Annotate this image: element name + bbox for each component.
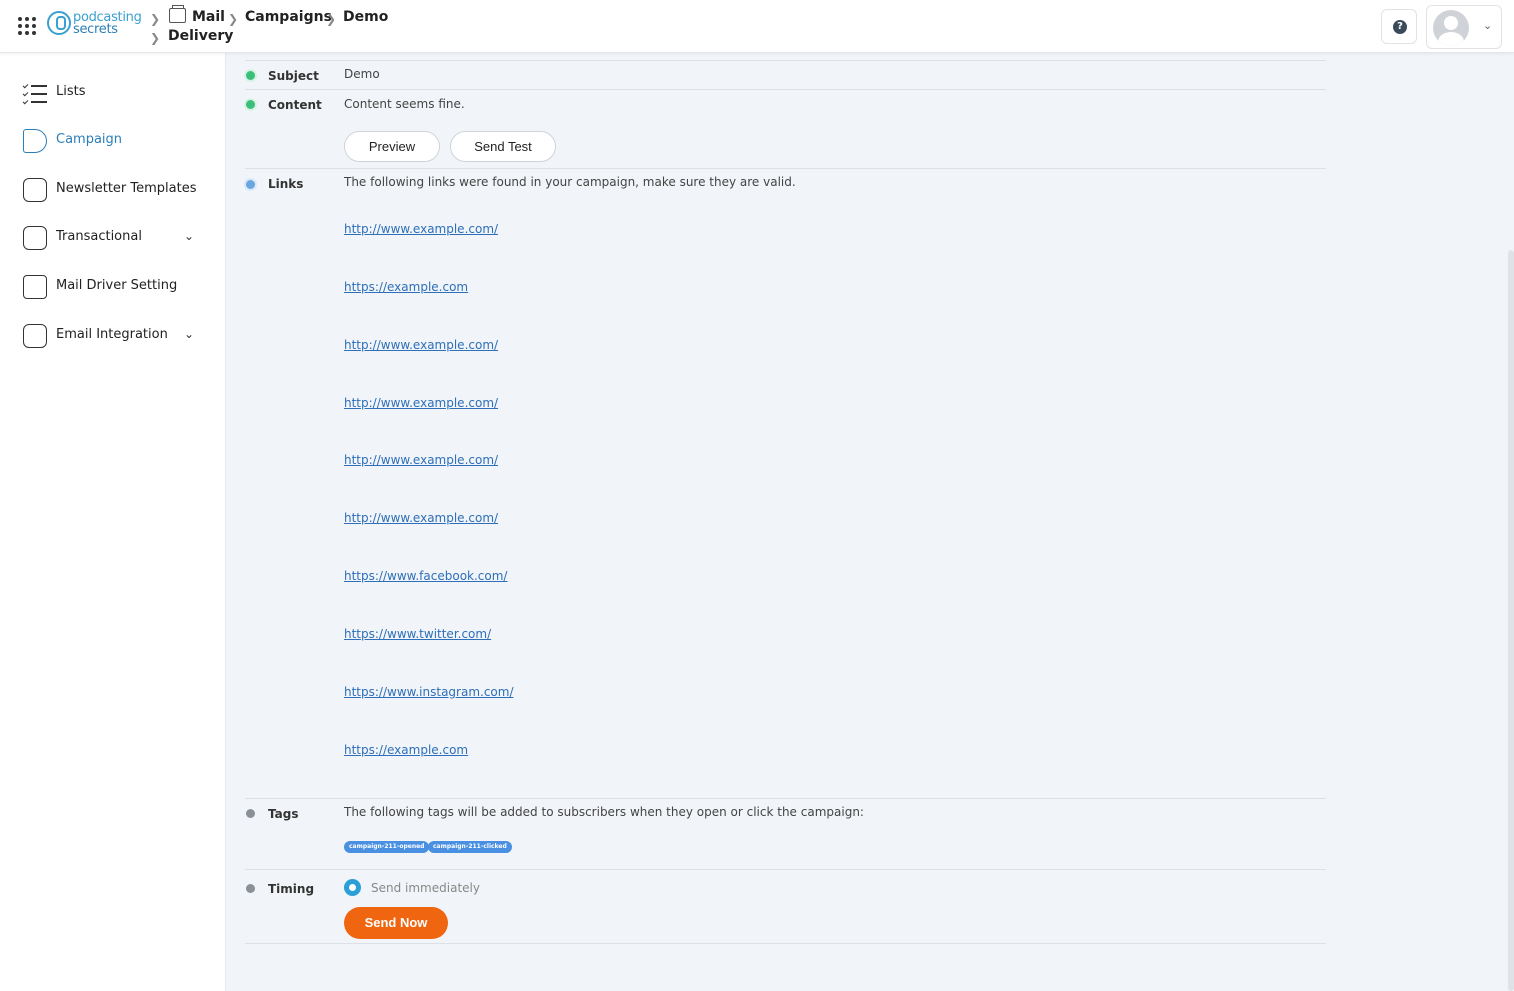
status-info-icon xyxy=(246,180,255,189)
subject-label: Subject xyxy=(268,69,319,83)
sidebar-item-transactional[interactable]: Transactional ⌄ xyxy=(0,218,226,258)
campaign-link[interactable]: https://www.instagram.com/ xyxy=(344,685,514,699)
mail-driver-icon xyxy=(23,275,47,299)
megaphone-icon xyxy=(23,129,47,153)
campaign-link[interactable]: https://example.com xyxy=(344,280,468,294)
checklist-icon xyxy=(22,81,47,105)
user-menu-button[interactable]: ⌄ xyxy=(1426,5,1502,49)
mail-delivery-icon xyxy=(169,5,186,23)
chevron-right-icon: ❯ xyxy=(150,12,161,26)
subject-value: Demo xyxy=(344,67,380,81)
campaign-link[interactable]: https://www.facebook.com/ xyxy=(344,569,507,583)
preview-button[interactable]: Preview xyxy=(344,131,440,162)
inbox-icon xyxy=(23,226,47,250)
links-label: Links xyxy=(268,177,304,191)
tag-badge: campaign-211-clicked xyxy=(428,841,512,853)
campaign-link[interactable]: http://www.example.com/ xyxy=(344,222,498,236)
divider xyxy=(245,60,1326,61)
campaign-link[interactable]: https://www.twitter.com/ xyxy=(344,627,491,641)
top-header: podcasting secrets ❯ Mail ❯ Delivery ❯ C… xyxy=(0,0,1514,53)
scrollbar-thumb[interactable] xyxy=(1508,250,1514,991)
send-immediately-label[interactable]: Send immediately xyxy=(371,881,480,895)
sidebar-item-lists[interactable]: Lists xyxy=(0,73,226,113)
campaign-link[interactable]: http://www.example.com/ xyxy=(344,511,498,525)
chevron-right-icon: ❯ xyxy=(326,12,337,26)
breadcrumb-delivery[interactable]: Delivery xyxy=(168,28,233,44)
help-icon: ? xyxy=(1393,20,1407,34)
breadcrumb-mail[interactable]: Mail xyxy=(192,9,225,25)
sidebar-item-label: Lists xyxy=(56,84,86,99)
timing-label: Timing xyxy=(268,882,315,896)
tags-label: Tags xyxy=(268,807,299,821)
tags-description: The following tags will be added to subs… xyxy=(344,805,864,819)
divider xyxy=(245,168,1326,169)
sidebar-item-campaign[interactable]: Campaign xyxy=(0,121,226,161)
sidebar-item-label: Mail Driver Setting xyxy=(56,278,178,293)
campaign-link[interactable]: http://www.example.com/ xyxy=(344,338,498,352)
links-description: The following links were found in your c… xyxy=(344,175,796,189)
sidebar-item-label: Campaign xyxy=(56,132,123,147)
content-label: Content xyxy=(268,98,322,112)
campaign-link[interactable]: http://www.example.com/ xyxy=(344,396,498,410)
divider xyxy=(245,798,1326,799)
logo-text-line2: secrets xyxy=(73,22,118,37)
integration-icon xyxy=(23,324,47,348)
logo-mark-icon xyxy=(47,11,71,35)
sidebar-item-mail-driver-setting[interactable]: Mail Driver Setting xyxy=(0,267,226,307)
sidebar-item-label: Newsletter Templates xyxy=(56,181,197,196)
sidebar: Lists Campaign Newsletter Templates Tran… xyxy=(0,53,226,991)
send-test-button[interactable]: Send Test xyxy=(450,131,556,162)
breadcrumb-campaigns[interactable]: Campaigns xyxy=(245,9,332,25)
chevron-right-icon: ❯ xyxy=(228,12,239,26)
status-neutral-icon xyxy=(246,884,255,893)
divider xyxy=(245,869,1326,870)
avatar xyxy=(1433,10,1469,46)
status-ok-icon xyxy=(246,100,255,109)
sidebar-item-label: Email Integration xyxy=(56,327,168,342)
send-now-button[interactable]: Send Now xyxy=(344,907,448,939)
content-status-text: Content seems fine. xyxy=(344,97,465,111)
sidebar-item-label: Transactional xyxy=(56,229,142,244)
status-ok-icon xyxy=(246,71,255,80)
sidebar-item-email-integration[interactable]: Email Integration ⌄ xyxy=(0,316,226,356)
help-button[interactable]: ? xyxy=(1381,9,1417,44)
status-neutral-icon xyxy=(246,809,255,818)
campaign-link[interactable]: https://example.com xyxy=(344,743,468,757)
chevron-right-icon: ❯ xyxy=(150,31,161,45)
campaign-link[interactable]: http://www.example.com/ xyxy=(344,453,498,467)
chevron-down-icon[interactable]: ⌄ xyxy=(184,327,194,341)
send-immediately-radio[interactable] xyxy=(344,879,361,896)
sidebar-item-newsletter-templates[interactable]: Newsletter Templates xyxy=(0,170,226,210)
chevron-down-icon[interactable]: ⌄ xyxy=(184,229,194,243)
apps-grid-icon[interactable] xyxy=(18,17,36,35)
brand-logo[interactable]: podcasting secrets xyxy=(47,10,147,40)
breadcrumb-demo: Demo xyxy=(343,9,389,25)
chevron-down-icon: ⌄ xyxy=(1483,19,1493,32)
template-icon xyxy=(23,178,47,202)
divider xyxy=(245,89,1326,90)
divider xyxy=(245,943,1326,944)
tag-badge: campaign-211-opened xyxy=(344,841,430,853)
